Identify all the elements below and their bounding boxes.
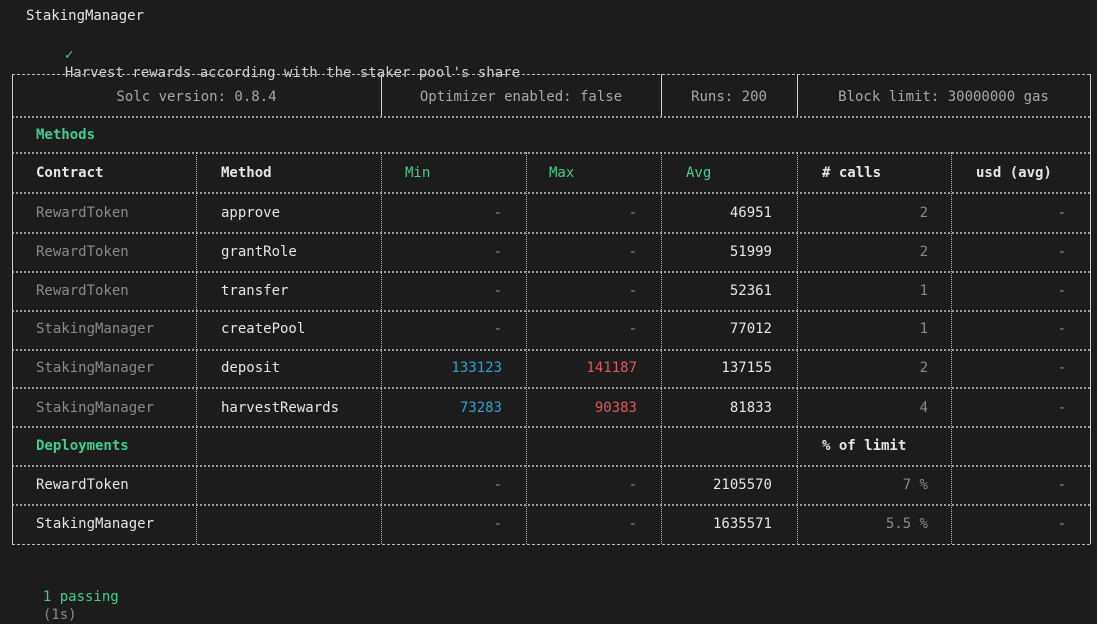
row-method: transfer	[221, 283, 289, 299]
row-avg: 81833	[729, 400, 772, 416]
divider	[12, 349, 1090, 351]
row-contract: StakingManager	[36, 400, 155, 416]
row-calls: 2	[919, 205, 928, 221]
row-calls: 1	[919, 283, 928, 299]
header-percent-of-limit: % of limit	[822, 438, 907, 454]
col-sep	[196, 152, 197, 544]
deploy-limit: 5.5 %	[885, 516, 928, 532]
deploy-avg: 2105570	[712, 477, 772, 493]
table-top-border	[12, 74, 1090, 75]
deploy-usd: -	[1057, 516, 1066, 532]
deploy-usd: -	[1057, 477, 1066, 493]
header-usd: usd (avg)	[976, 165, 1052, 181]
deploy-limit: 7 %	[902, 477, 928, 493]
divider	[12, 465, 1090, 467]
row-contract: StakingManager	[36, 360, 155, 376]
row-method: approve	[221, 205, 281, 221]
divider	[12, 426, 1090, 428]
block-limit: Block limit: 30000000 gas	[838, 89, 1049, 105]
row-max: -	[628, 205, 637, 221]
divider	[12, 504, 1090, 506]
deploy-min: -	[493, 477, 502, 493]
row-max: -	[628, 321, 637, 337]
row-avg: 52361	[729, 283, 772, 299]
row-avg: 77012	[729, 321, 772, 337]
optimizer-status: Optimizer enabled: false	[419, 89, 623, 105]
divider	[12, 192, 1090, 194]
solc-version: Solc version: 0.8.4	[116, 89, 277, 105]
header-calls: # calls	[822, 165, 882, 181]
row-min: -	[493, 283, 502, 299]
header-max: Max	[549, 165, 575, 181]
row-usd: -	[1057, 244, 1066, 260]
row-usd: -	[1057, 283, 1066, 299]
deploy-max: -	[628, 477, 637, 493]
row-contract: RewardToken	[36, 283, 129, 299]
header-contract: Contract	[36, 165, 104, 181]
deploy-contract: StakingManager	[36, 516, 155, 532]
row-avg: 46951	[729, 205, 772, 221]
row-calls: 2	[919, 360, 928, 376]
divider	[12, 387, 1090, 389]
row-method: grantRole	[221, 244, 297, 260]
row-avg: 137155	[721, 360, 772, 376]
row-max: 90383	[594, 400, 637, 416]
row-method: createPool	[221, 321, 306, 337]
row-calls: 4	[919, 400, 928, 416]
divider	[12, 271, 1090, 273]
row-contract: RewardToken	[36, 244, 129, 260]
test-summary: 1 passing (1s)	[26, 570, 119, 624]
row-min: -	[493, 244, 502, 260]
runs-count: Runs: 200	[691, 89, 767, 105]
methods-section-title: Methods	[36, 127, 96, 143]
row-calls: 1	[919, 321, 928, 337]
header-avg: Avg	[686, 165, 712, 181]
row-avg: 51999	[729, 244, 772, 260]
row-method: harvestRewards	[221, 400, 340, 416]
row-usd: -	[1057, 400, 1066, 416]
row-usd: -	[1057, 321, 1066, 337]
deploy-max: -	[628, 516, 637, 532]
deploy-avg: 1635571	[712, 516, 772, 532]
divider	[12, 232, 1090, 234]
deploy-contract: RewardToken	[36, 477, 129, 493]
passing-count: 1 passing	[42, 589, 119, 605]
row-min: -	[493, 321, 502, 337]
header-method: Method	[221, 165, 272, 181]
row-usd: -	[1057, 205, 1066, 221]
row-method: deposit	[221, 360, 281, 376]
table-bottom-border	[12, 544, 1090, 545]
row-min: 133123	[451, 360, 502, 376]
header-min: Min	[405, 165, 431, 181]
deployments-section-title: Deployments	[36, 438, 129, 454]
gas-report-table: Solc version: 0.8.4 Optimizer enabled: f…	[0, 0, 1097, 592]
row-calls: 2	[919, 244, 928, 260]
divider	[12, 310, 1090, 312]
table-right-border	[1090, 74, 1091, 544]
row-min: -	[493, 205, 502, 221]
deploy-min: -	[493, 516, 502, 532]
row-max: 141187	[586, 360, 637, 376]
row-contract: RewardToken	[36, 205, 129, 221]
row-max: -	[628, 283, 637, 299]
test-duration: (1s)	[42, 607, 77, 623]
table-left-border	[12, 74, 13, 544]
row-max: -	[628, 244, 637, 260]
row-contract: StakingManager	[36, 321, 155, 337]
divider	[12, 116, 1090, 118]
divider	[12, 152, 1090, 154]
row-usd: -	[1057, 360, 1066, 376]
row-min: 73283	[459, 400, 502, 416]
